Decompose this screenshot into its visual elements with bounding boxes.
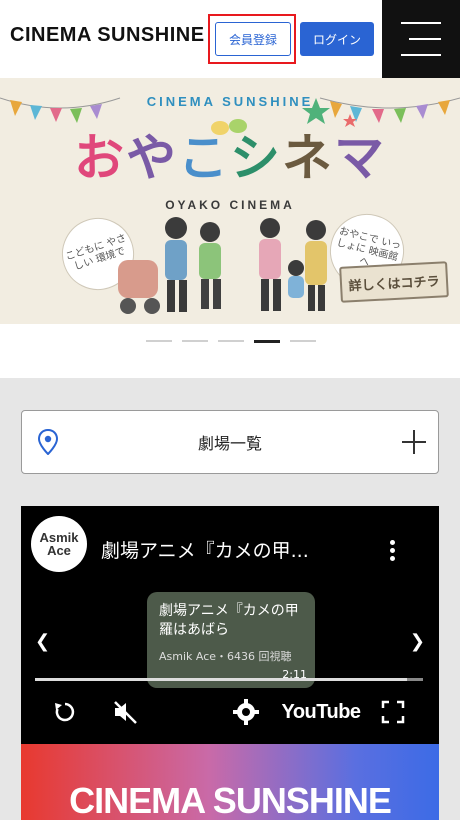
carousel-indicators [0,324,460,378]
hamburger-icon [409,38,441,40]
video-progress-bar[interactable] [35,678,423,681]
site-logo[interactable]: CINEMA SUNSHINE [10,24,205,47]
theater-list-label: 劇場一覧 [197,434,262,453]
carousel-dot-active[interactable] [254,340,280,343]
chevron-right-icon[interactable]: ❯ [410,631,425,652]
cinema-sunshine-promo[interactable]: CINEMA SUNSHINE [21,744,439,820]
youtube-logo[interactable]: YouTube [281,696,361,728]
channel-avatar[interactable]: Asmik Ace [31,516,87,572]
settings-gear-icon[interactable] [231,696,261,728]
thumb-meta: Asmik Ace・6436 回視聴 [159,650,292,663]
plus-icon[interactable] [402,430,426,454]
oyako-cinema-banner[interactable]: CINEMA SUNSHINE おやこシネマ OYAKO CINEMA こどもに… [0,78,460,324]
more-options-icon[interactable] [389,540,395,562]
login-button[interactable]: ログイン [300,22,374,56]
channel-avatar-text: Asmik Ace [39,530,79,558]
carousel-dot[interactable] [218,340,244,342]
video-progress-fill [35,678,408,681]
fullscreen-icon[interactable] [377,696,409,728]
promo-text: CINEMA SUNSHINE [69,780,392,820]
chevron-left-icon[interactable]: ❮ [35,631,50,652]
video-title[interactable]: 劇場アニメ『カメの甲... [101,536,361,563]
video-thumbnail[interactable]: 劇場アニメ『カメの甲羅はあばら Asmik Ace・6436 回視聴 2:11 [147,592,315,688]
replay-icon[interactable] [49,696,81,728]
site-header: CINEMA SUNSHINE 会員登録 ログイン [0,0,460,78]
details-signboard[interactable]: 詳しくはコチラ [339,261,449,303]
thumb-title: 劇場アニメ『カメの甲羅はあばら [159,603,299,638]
mute-icon[interactable] [109,696,143,728]
theater-list-accordion[interactable]: 劇場一覧 [21,410,439,474]
register-button[interactable]: 会員登録 [215,22,291,56]
carousel-dot[interactable] [146,340,172,342]
hamburger-icon [401,22,441,24]
carousel-dot[interactable] [290,340,316,342]
youtube-embed[interactable]: Asmik Ace 劇場アニメ『カメの甲... ❮ ❯ 劇場アニメ『カメの甲羅は… [21,506,439,744]
carousel-dot[interactable] [182,340,208,342]
hamburger-icon [401,54,441,56]
menu-button[interactable] [382,0,460,78]
